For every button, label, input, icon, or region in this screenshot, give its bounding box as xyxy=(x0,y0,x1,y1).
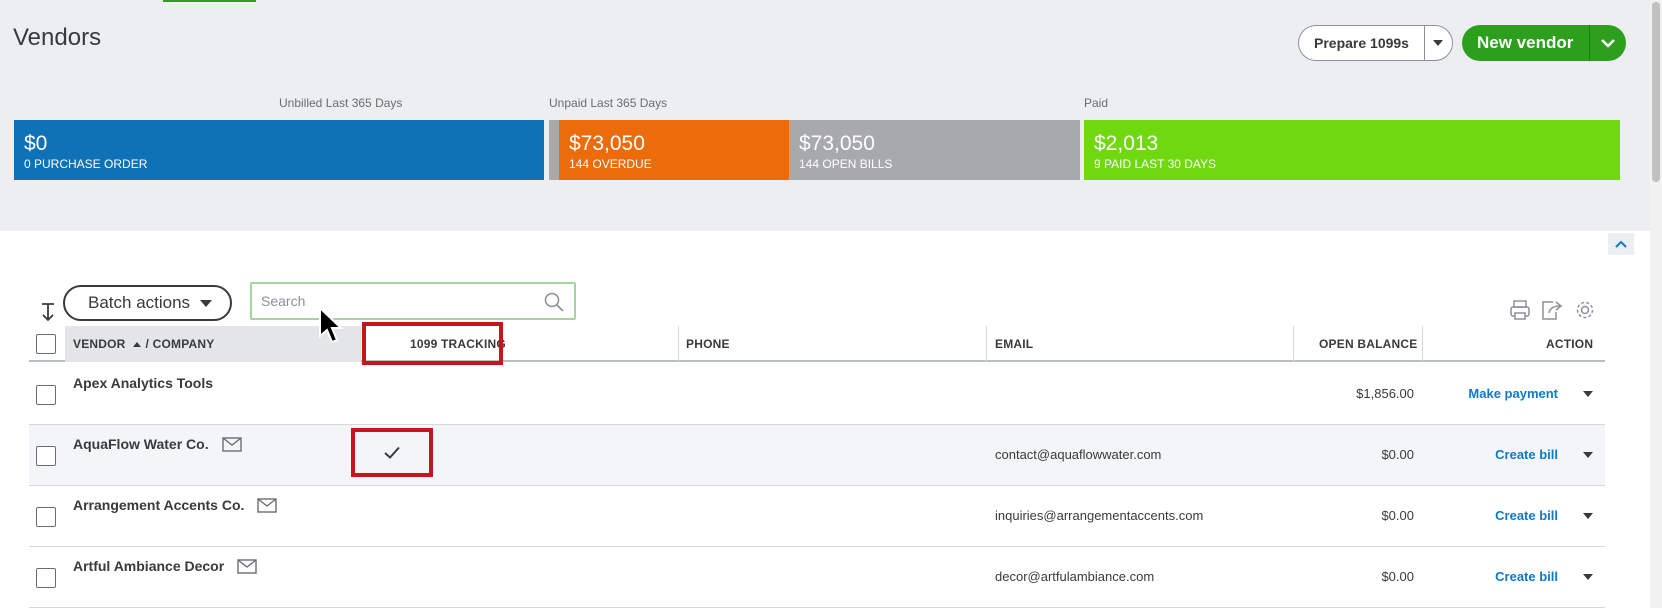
unpaid-divider xyxy=(549,120,559,180)
active-tab-indicator xyxy=(163,0,256,2)
column-email[interactable]: EMAIL xyxy=(995,326,1033,362)
open-balance: $1,856.00 xyxy=(1356,386,1414,401)
column-open-balance-label: OPEN BALANCE xyxy=(1319,337,1418,351)
vendor-name[interactable]: Artful Ambiance Decor xyxy=(73,558,257,574)
row-action-link[interactable]: Create bill xyxy=(1495,447,1558,462)
column-phone[interactable]: PHONE xyxy=(686,326,730,362)
select-all xyxy=(36,326,56,362)
envelope-icon[interactable] xyxy=(237,558,257,574)
search-input[interactable] xyxy=(252,284,532,318)
paid-segment[interactable]: $2,013 9 PAID LAST 30 DAYS xyxy=(1084,120,1620,180)
column-company-label: / COMPANY xyxy=(145,337,215,351)
prepare-1099s-group: Prepare 1099s xyxy=(1298,25,1453,61)
vendor-name[interactable]: Apex Analytics Tools xyxy=(73,375,213,391)
column-vendor[interactable]: VENDOR / COMPANY xyxy=(65,326,361,362)
sort-ascending-icon xyxy=(132,342,141,347)
column-open-balance[interactable]: OPEN BALANCE xyxy=(1319,326,1417,362)
export-icon[interactable] xyxy=(1541,299,1563,321)
page-title: Vendors xyxy=(13,24,102,51)
table-row[interactable]: Arrangement Accents Co. inquiries@arrang… xyxy=(29,486,1605,547)
highlight-box xyxy=(362,322,503,365)
open-bills-amount: $73,050 xyxy=(799,132,875,155)
row-action-link[interactable]: Create bill xyxy=(1495,508,1558,523)
search-icon[interactable] xyxy=(544,292,564,312)
batch-actions-label: Batch actions xyxy=(88,293,191,312)
table-row[interactable]: AquaFlow Water Co. contact@aquaflowwater… xyxy=(29,425,1605,486)
new-vendor-button[interactable]: New vendor xyxy=(1462,25,1591,61)
open-balance: $0.00 xyxy=(1381,447,1414,462)
column-action-label: ACTION xyxy=(1546,337,1594,351)
row-action-link[interactable]: Create bill xyxy=(1495,569,1558,584)
prepare-1099s-dropdown[interactable] xyxy=(1423,25,1453,61)
search-field xyxy=(250,282,576,320)
caret-down-icon xyxy=(200,299,213,307)
column-action: ACTION xyxy=(1546,326,1593,362)
vendor-name[interactable]: Arrangement Accents Co. xyxy=(73,497,278,513)
column-divider xyxy=(1422,326,1423,362)
row-checkbox[interactable] xyxy=(36,446,56,466)
row-action-dropdown[interactable] xyxy=(1583,452,1593,458)
vendor-name[interactable]: AquaFlow Water Co. xyxy=(73,436,242,452)
chevron-down-icon xyxy=(1601,38,1616,48)
row-action-dropdown[interactable] xyxy=(1583,513,1593,519)
new-vendor-dropdown[interactable] xyxy=(1590,25,1627,61)
chevron-up-icon xyxy=(1615,240,1627,248)
open-balance: $0.00 xyxy=(1381,569,1414,584)
unpaid-label: Unpaid Last 365 Days xyxy=(549,96,668,110)
checkmark-icon xyxy=(384,446,400,459)
row-action-dropdown[interactable] xyxy=(1583,391,1593,397)
open-bills-segment[interactable]: $73,050 144 OPEN BILLS xyxy=(789,120,1080,180)
paid-label: Paid xyxy=(1084,96,1109,110)
column-divider xyxy=(678,326,679,362)
overdue-amount: $73,050 xyxy=(569,132,645,155)
vendor-summary-area: Vendors Prepare 1099s New vendor Unbille… xyxy=(0,0,1650,231)
select-all-checkbox[interactable] xyxy=(36,334,56,354)
table-row[interactable]: Apex Analytics Tools $1,856.00 Make paym… xyxy=(29,364,1605,425)
row-checkbox[interactable] xyxy=(36,385,56,405)
mouse-cursor-icon xyxy=(319,306,344,344)
chevron-down-icon xyxy=(1433,39,1444,46)
row-checkbox[interactable] xyxy=(36,568,56,588)
vendor-email: decor@artfulambiance.com xyxy=(995,569,1155,584)
envelope-icon[interactable] xyxy=(257,497,278,513)
open-balance: $0.00 xyxy=(1381,508,1414,523)
new-vendor-group: New vendor xyxy=(1462,25,1627,61)
purchase-order-count: 0 PURCHASE ORDER xyxy=(24,157,148,171)
sort-arrow-icon xyxy=(42,303,54,322)
column-divider xyxy=(986,326,987,362)
vendor-email: contact@aquaflowwater.com xyxy=(995,447,1162,462)
column-email-label: EMAIL xyxy=(995,337,1034,351)
prepare-1099s-button[interactable]: Prepare 1099s xyxy=(1298,25,1424,61)
vendor-email: inquiries@arrangementaccents.com xyxy=(995,508,1204,523)
paid-count: 9 PAID LAST 30 DAYS xyxy=(1094,157,1217,171)
collapse-summary-button[interactable] xyxy=(1608,233,1634,255)
paid-amount: $2,013 xyxy=(1094,132,1159,155)
gear-icon[interactable] xyxy=(1574,299,1596,321)
table-header: VENDOR / COMPANY 1099 TRACKING PHONE EMA… xyxy=(29,326,1605,362)
overdue-segment[interactable]: $73,050 144 OVERDUE xyxy=(559,120,789,180)
printer-icon[interactable] xyxy=(1509,299,1531,321)
purchase-order-segment[interactable]: $0 0 PURCHASE ORDER xyxy=(14,120,544,180)
column-phone-label: PHONE xyxy=(686,337,730,351)
overdue-count: 144 OVERDUE xyxy=(569,157,652,171)
sort-toggle[interactable] xyxy=(40,302,56,327)
open-bills-count: 144 OPEN BILLS xyxy=(799,157,893,171)
table-row[interactable]: Artful Ambiance Decor decor@artfulambian… xyxy=(29,547,1605,608)
row-action-link[interactable]: Make payment xyxy=(1468,386,1558,401)
row-checkbox[interactable] xyxy=(36,507,56,527)
batch-actions-button[interactable]: Batch actions xyxy=(63,285,232,321)
highlight-box xyxy=(351,428,433,477)
row-action-dropdown[interactable] xyxy=(1583,574,1593,580)
column-divider xyxy=(1293,326,1294,362)
purchase-order-amount: $0 xyxy=(24,132,48,155)
column-vendor-label: VENDOR xyxy=(73,337,126,351)
unbilled-label: Unbilled Last 365 Days xyxy=(279,96,403,110)
vertical-scrollbar[interactable] xyxy=(1650,0,1662,608)
scrollbar-thumb[interactable] xyxy=(1652,2,1660,182)
envelope-icon[interactable] xyxy=(221,436,242,452)
